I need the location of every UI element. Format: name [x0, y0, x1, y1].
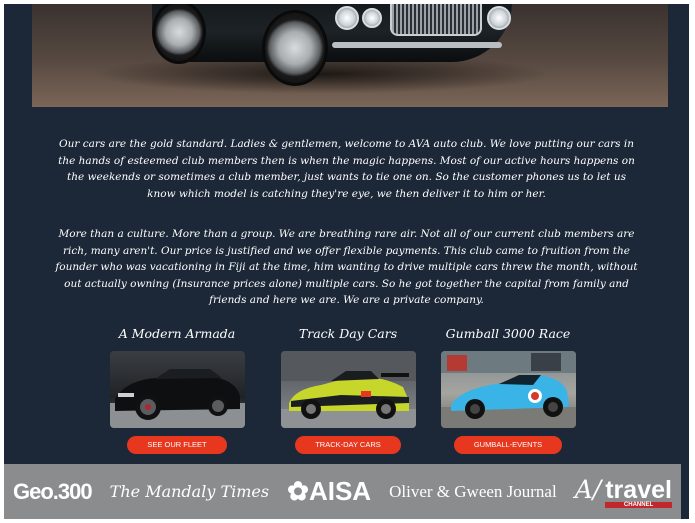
- gumball-car-image[interactable]: [440, 351, 576, 428]
- aisa-logo-text: AISA: [308, 476, 372, 506]
- travel-channel-logo: A/travel CHANNEL: [574, 475, 672, 508]
- blue-supercar-illustration: [440, 351, 576, 428]
- aisa-logo: ✿AISA: [287, 476, 371, 507]
- hero-car-bumper: [332, 42, 502, 48]
- press-logo-strip: Geo.300 The Mandaly Times ✿AISA Oliver &…: [4, 464, 681, 519]
- hero-car-headlamp: [362, 8, 382, 28]
- card-title: Gumball 3000 Race: [445, 326, 571, 341]
- geo-300-logo: Geo.300: [13, 478, 93, 504]
- black-sedan-illustration: [109, 369, 245, 428]
- card-title: A Modern Armada: [118, 326, 236, 341]
- mandaly-times-logo: The Mandaly Times: [109, 482, 270, 501]
- intro-paragraph-1: Our cars are the gold standard. Ladies &…: [58, 138, 635, 200]
- gumball-events-button[interactable]: GUMBALL-EVENTS: [453, 436, 563, 454]
- track-day-cars-button[interactable]: TRACK-DAY CARS: [295, 436, 401, 454]
- page-frame: Our cars are the gold standard. Ladies &…: [4, 4, 689, 519]
- card-title: Track Day Cars: [298, 326, 398, 341]
- hero-car-headlamp: [335, 6, 359, 30]
- hero-car-image: [32, 4, 668, 107]
- travel-word: travel: [605, 475, 672, 504]
- hero-car-wheel: [262, 10, 328, 86]
- track-car-image[interactable]: [280, 351, 416, 428]
- hero-car-grille: [390, 4, 482, 36]
- oliver-gween-journal-logo: Oliver & Gween Journal: [389, 481, 557, 501]
- aisa-flower-icon: ✿: [287, 476, 309, 506]
- track-day-card: Track Day Cars TRACK-DAY CARS: [278, 326, 418, 454]
- fleet-card: A Modern Armada SEE OUR FLEET: [107, 326, 247, 454]
- intro-paragraph-2: More than a culture. More than a group. …: [55, 228, 638, 306]
- gumball-card: Gumball 3000 Race GUMBALL-EVENTS: [438, 326, 578, 454]
- fleet-car-image[interactable]: [109, 351, 245, 428]
- race-car-illustration: [280, 351, 416, 428]
- see-our-fleet-button[interactable]: SEE OUR FLEET: [127, 436, 227, 454]
- hero-car-headlamp: [487, 6, 511, 30]
- travel-initials: A/: [574, 475, 602, 505]
